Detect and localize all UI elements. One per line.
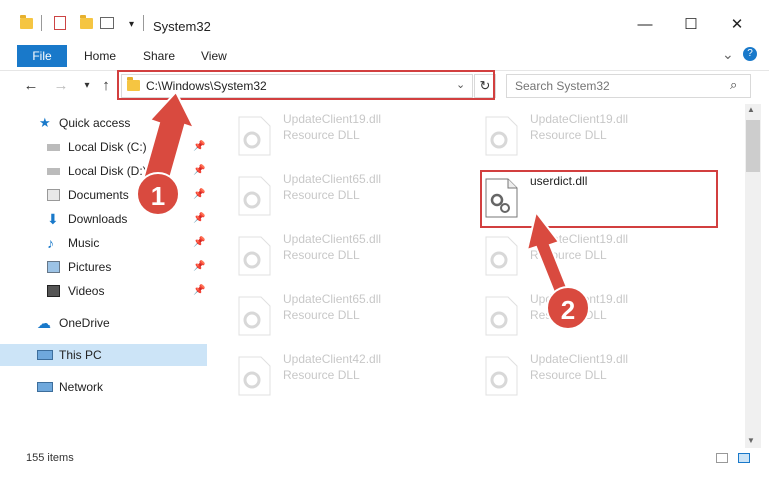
arrow-1 xyxy=(140,90,196,187)
step-1-badge: 1 xyxy=(136,172,180,216)
step-2-badge: 2 xyxy=(546,286,590,330)
annotation-arrows xyxy=(140,90,574,304)
